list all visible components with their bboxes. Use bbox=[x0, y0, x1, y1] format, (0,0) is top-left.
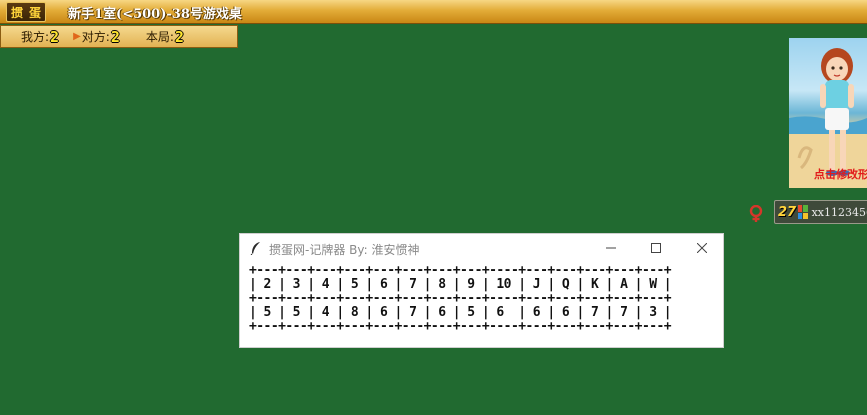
female-gender-icon bbox=[749, 205, 763, 222]
maximize-button[interactable] bbox=[645, 238, 667, 258]
round-value: 2 bbox=[174, 27, 184, 46]
round-label: 本局: bbox=[145, 30, 174, 44]
table-border-middle: +---+---+---+---+---+---+---+---+----+--… bbox=[249, 291, 672, 306]
table-border-top: +---+---+---+---+---+---+---+---+----+--… bbox=[249, 263, 672, 278]
opponent-score-value: 2 bbox=[110, 27, 120, 46]
player-level: 27 bbox=[778, 204, 797, 220]
windows-logo-icon bbox=[798, 205, 808, 219]
turn-indicator-icon: ▶ bbox=[73, 31, 81, 42]
tracker-titlebar[interactable]: 掼蛋网-记牌器 By: 淮安惯神 bbox=[240, 234, 723, 262]
player-avatar[interactable]: 点击修改形 bbox=[789, 38, 867, 188]
minimize-icon bbox=[606, 247, 616, 249]
room-title: 新手1室(<500)-38号游戏桌 bbox=[68, 7, 242, 22]
table-border-bottom: +---+---+---+---+---+---+---+---+----+--… bbox=[249, 319, 672, 334]
avatar-hint[interactable]: 点击修改形 bbox=[814, 166, 867, 182]
table-row-counts: | 5 | 5 | 4 | 8 | 6 | 7 | 6 | 5 | 6 | 6 … bbox=[249, 305, 672, 320]
maximize-icon bbox=[651, 243, 661, 253]
logo-char-1: 掼 bbox=[11, 5, 24, 20]
card-count-table: +---+---+---+---+---+---+---+---+----+--… bbox=[249, 263, 672, 334]
minimize-button[interactable] bbox=[600, 238, 622, 258]
my-score: 我方: 2 bbox=[21, 28, 59, 46]
close-icon bbox=[697, 243, 707, 253]
feather-icon bbox=[250, 242, 260, 255]
opponent-score-label: 对方: bbox=[81, 30, 110, 44]
my-score-label: 我方: bbox=[21, 30, 50, 44]
tracker-title: 掼蛋网-记牌器 By: 淮安惯神 bbox=[269, 243, 420, 257]
table-row-ranks: | 2 | 3 | 4 | 5 | 6 | 7 | 8 | 9 | 10 | J… bbox=[249, 277, 672, 292]
round-level: 本局: 2 bbox=[146, 28, 184, 46]
close-button[interactable] bbox=[691, 238, 713, 258]
game-title-bar: 掼 蛋 新手1室(<500)-38号游戏桌 bbox=[0, 0, 867, 24]
card-tracker-window: 掼蛋网-记牌器 By: 淮安惯神 +---+---+---+---+---+--… bbox=[239, 233, 724, 348]
player-name: xx1123456 bbox=[811, 205, 867, 219]
opponent-score: ▶ 对方: 2 bbox=[73, 28, 120, 46]
player-tag[interactable]: 27 xx1123456 bbox=[774, 200, 867, 224]
logo-char-2: 蛋 bbox=[29, 5, 42, 20]
game-logo: 掼 蛋 bbox=[6, 2, 47, 22]
score-bar: 我方: 2 ▶ 对方: 2 本局: 2 bbox=[0, 25, 238, 48]
my-score-value: 2 bbox=[50, 27, 60, 46]
